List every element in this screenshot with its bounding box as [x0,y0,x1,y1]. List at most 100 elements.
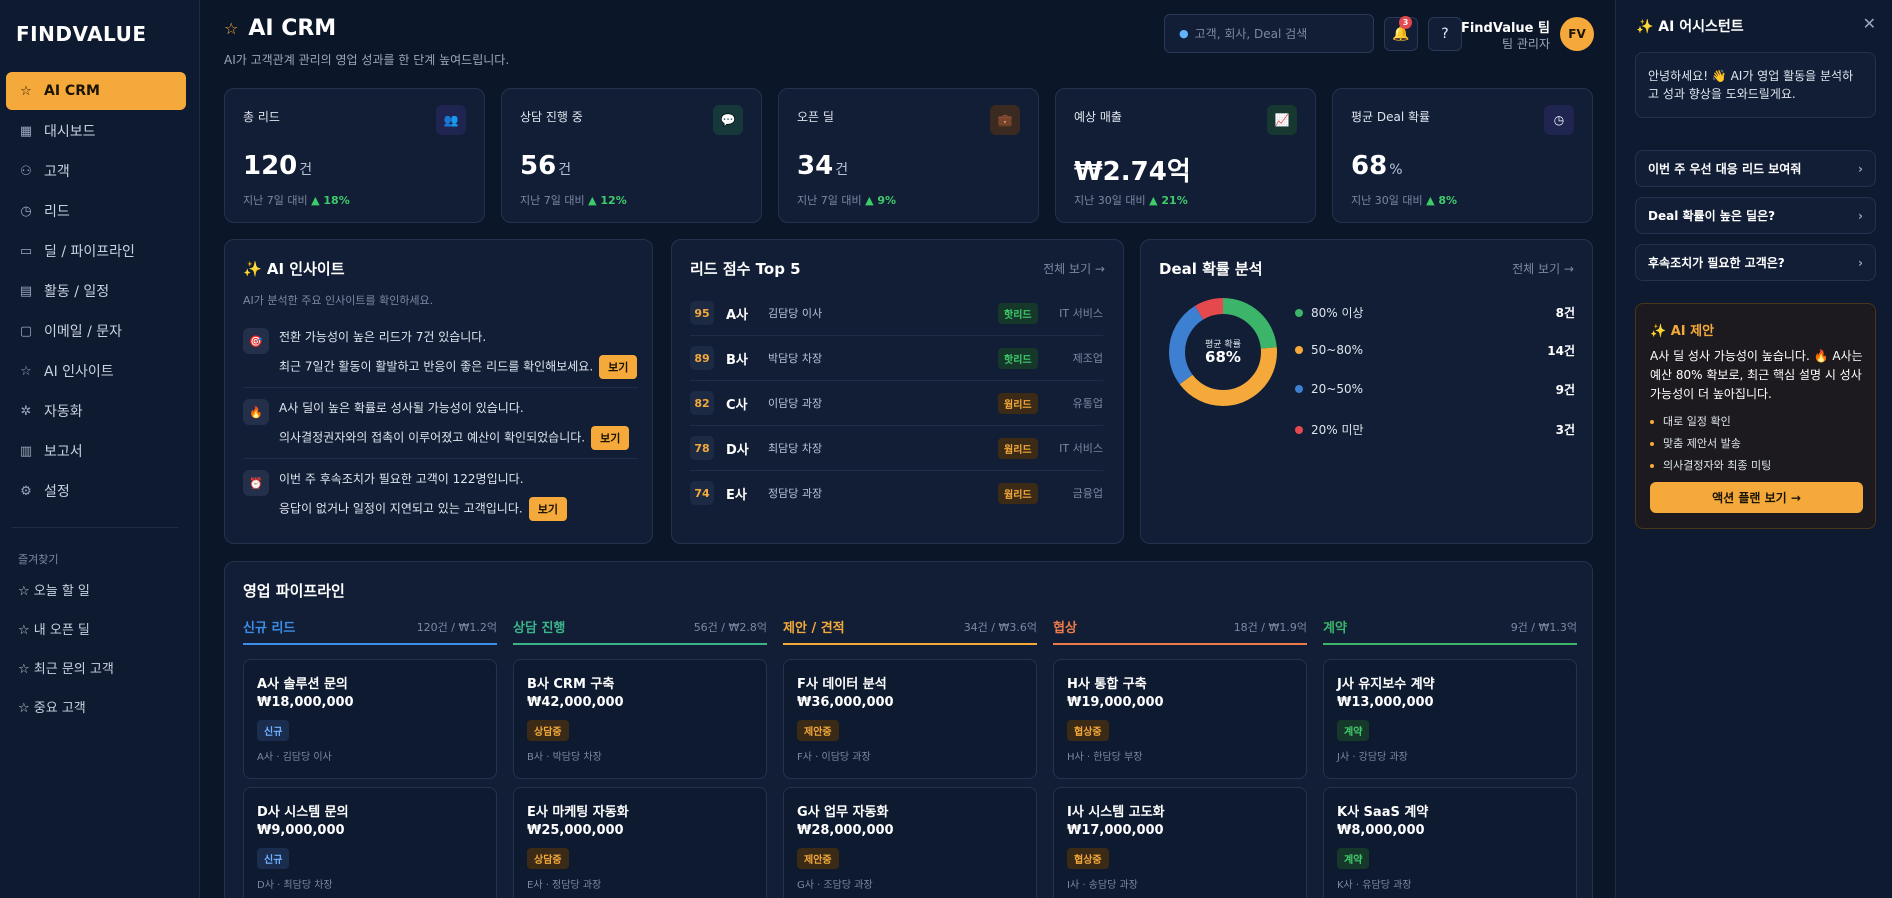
insight-view-button[interactable]: 보기 [599,355,638,379]
close-icon[interactable]: ✕ [1863,14,1876,33]
lead-person: 최담당 차장 [768,442,823,455]
search-box[interactable]: ● [1164,14,1374,53]
deal-amount: ₩25,000,000 [527,823,624,838]
pipeline-column-underline [513,643,767,645]
sidebar-item[interactable]: ⚙ 설정 [6,472,186,510]
insight-item: 🎯 전환 가능성이 높은 리드가 7건 있습니다. 최근 7일간 활동이 활발하… [243,328,638,379]
stat-value: 34 건 [797,151,848,181]
people-icon: 👥 [436,105,466,135]
stat-change-value: ▲ 18% [311,194,350,207]
favorite-item[interactable]: ☆ 최근 문의 고객 [18,658,188,677]
lead-view-all-link[interactable]: 전체 보기 → [1043,260,1105,277]
insight-detail: 의사결정권자와의 접촉이 이루어졌고 예산이 확인되었습니다. 보기 [279,426,630,450]
divider [243,458,638,459]
stat-value: 68% [1351,151,1403,181]
sidebar-item[interactable]: ☆ AI CRM [6,72,186,110]
stat-card: 오픈 딜 💼 34 건 지난 7일 대비 ▲ 9% [778,88,1039,223]
deal-title: B사 CRM 구축 [527,677,615,692]
lead-person: 박담당 차장 [768,352,823,365]
insight-headline: 전환 가능성이 높은 리드가 7건 있습니다. [279,330,487,344]
deal-status-badge: 제안중 [797,848,839,869]
legend-dot [1295,346,1303,354]
pipeline-column-name: 상담 진행 [513,621,566,636]
app-logo[interactable]: FINDVALUE [16,22,146,46]
lead-row[interactable]: 95 A사 김담당 이사 핫리드 IT 서비스 [690,301,1103,325]
favorite-item[interactable]: ☆ 내 오픈 딜 [18,619,188,638]
star-outline-icon: ☆ [20,363,32,379]
suggested-question[interactable]: Deal 확률이 높은 딜은? › [1635,197,1876,234]
insight-view-button[interactable]: 보기 [591,426,630,450]
sidebar-item-label: 보고서 [44,444,83,460]
deal-amount: ₩9,000,000 [257,823,345,838]
deal-card[interactable]: A사 솔루션 문의 ₩18,000,000 신규 A사 · 김담당 이사 [243,659,497,779]
deal-card[interactable]: J사 유지보수 계약 ₩13,000,000 계약 J사 · 강담당 과장 [1323,659,1577,779]
deal-card[interactable]: D사 시스템 문의 ₩9,000,000 신규 D사 · 최담당 차장 [243,787,497,898]
pipeline-card: 영업 파이프라인 신규 리드 120건 / ₩1.2억 A사 솔루션 문의 ₩18,0… [224,561,1593,898]
suggestion-body: A사 딜 성사 가능성이 높습니다. 🔥 A사는 예산 80% 확보로, 최근 … [1650,349,1863,401]
suggested-question[interactable]: 이번 주 우선 대응 리드 보여줘 › [1635,150,1876,187]
deal-card[interactable]: E사 마케팅 자동화 ₩25,000,000 상담중 E사 · 정담당 과장 [513,787,767,898]
lead-industry: 금융업 [1072,487,1103,500]
deal-view-all-link[interactable]: 전체 보기 → [1512,260,1574,277]
lead-company: E사 [726,487,747,503]
sidebar-item[interactable]: ☆ AI 인사이트 [6,352,186,390]
divider [690,425,1103,426]
lead-person: 이담당 과장 [768,397,823,410]
help-button[interactable]: ? [1428,17,1462,51]
assistant-greeting-text: 안녕하세요! 👋 AI가 영업 활동을 분석하고 성과 향상을 도와드릴게요. [1648,69,1854,101]
sidebar-item[interactable]: ✲ 자동화 [6,392,186,430]
insight-view-button[interactable]: 보기 [528,497,567,521]
lead-company: C사 [726,397,748,413]
sidebar-item[interactable]: ⚇ 고객 [6,152,186,190]
notification-button[interactable]: 🔔 3 [1384,16,1418,51]
legend-item: 80% 이상 8건 [1295,304,1575,321]
lead-row[interactable]: 89 B사 박담당 차장 핫리드 제조업 [690,346,1103,370]
question-label: 이번 주 우선 대응 리드 보여줘 [1648,162,1802,176]
pipeline-column-underline [1053,643,1307,645]
users-icon: ⚇ [20,163,32,179]
deal-card[interactable]: G사 업무 자동화 ₩28,000,000 제안중 G사 · 조담당 과장 [783,787,1037,898]
deal-card[interactable]: F사 데이터 분석 ₩36,000,000 제안중 F사 · 이담당 과장 [783,659,1037,779]
lead-industry: IT 서비스 [1059,442,1103,455]
lead-person: 정담당 과장 [768,487,823,500]
action-plan-button[interactable]: 액션 플랜 보기 → [1650,482,1863,513]
stat-label: 예상 매출 [1074,110,1122,124]
grid-icon: ▦ [19,123,33,139]
stat-change: 지난 30일 대비 ▲ 8% [1351,192,1457,208]
deal-status-badge: 계약 [1337,720,1370,741]
sidebar-item[interactable]: ◷ 리드 [6,192,186,230]
target-icon: 🎯 [243,328,269,354]
deal-card[interactable]: I사 시스템 고도화 ₩17,000,000 협상중 I사 · 송담당 과장 [1053,787,1307,898]
sidebar-item[interactable]: ▥ 보고서 [6,432,186,470]
pipeline-column-header: 제안 / 견적 34건 / ₩3.6억 [783,617,1037,645]
suggestion-item: 의사결정자와 최종 미팅 [1650,457,1771,473]
lead-row[interactable]: 74 E사 정담당 과장 웜리드 금융업 [690,481,1103,505]
sidebar-item[interactable]: ▢ 이메일 / 문자 [6,312,186,350]
lead-row[interactable]: 78 D사 최담당 차장 웜리드 IT 서비스 [690,436,1103,460]
avatar[interactable]: FV [1560,17,1594,51]
lead-tag: 웜리드 [998,392,1038,414]
deal-card[interactable]: H사 통합 구축 ₩19,000,000 협상중 H사 · 한담당 부장 [1053,659,1307,779]
stat-number: 68 [1351,151,1388,181]
document-icon: ▤ [19,283,33,299]
pipeline-column-meta: 9건 / ₩1.3억 [1510,621,1577,634]
deal-card[interactable]: B사 CRM 구축 ₩42,000,000 상담중 B사 · 박담당 차장 [513,659,767,779]
insight-headline: A사 딜이 높은 확률로 성사될 가능성이 있습니다. [279,401,524,415]
stat-change: 지난 7일 대비 ▲ 9% [797,192,896,208]
favorite-item[interactable]: ☆ 중요 고객 [18,697,188,716]
legend-item: 20% 미만 3건 [1295,421,1575,438]
search-input[interactable] [1194,26,1355,41]
insights-title: ✨ AI 인사이트 [243,260,345,278]
lead-score-title: 리드 점수 Top 5 [690,260,801,278]
legend-count: 9건 [1555,382,1575,397]
favorite-item[interactable]: ☆ 오늘 할 일 [18,580,188,599]
insight-detail: 최근 7일간 활동이 활발하고 반응이 좋은 리드를 확인해보세요. 보기 [279,355,638,379]
deal-card[interactable]: K사 SaaS 계약 ₩8,000,000 계약 K사 · 유담당 과장 [1323,787,1577,898]
sidebar-item[interactable]: ▤ 활동 / 일정 [6,272,186,310]
lead-company: A사 [726,307,749,323]
sidebar-item[interactable]: ▦ 대시보드 [6,112,186,150]
sidebar-item[interactable]: ▭ 딜 / 파이프라인 [6,232,186,270]
fire-icon: 🔥 [243,399,269,425]
lead-row[interactable]: 82 C사 이담당 과장 웜리드 유통업 [690,391,1103,415]
suggested-question[interactable]: 후속조치가 필요한 고객은? › [1635,244,1876,281]
